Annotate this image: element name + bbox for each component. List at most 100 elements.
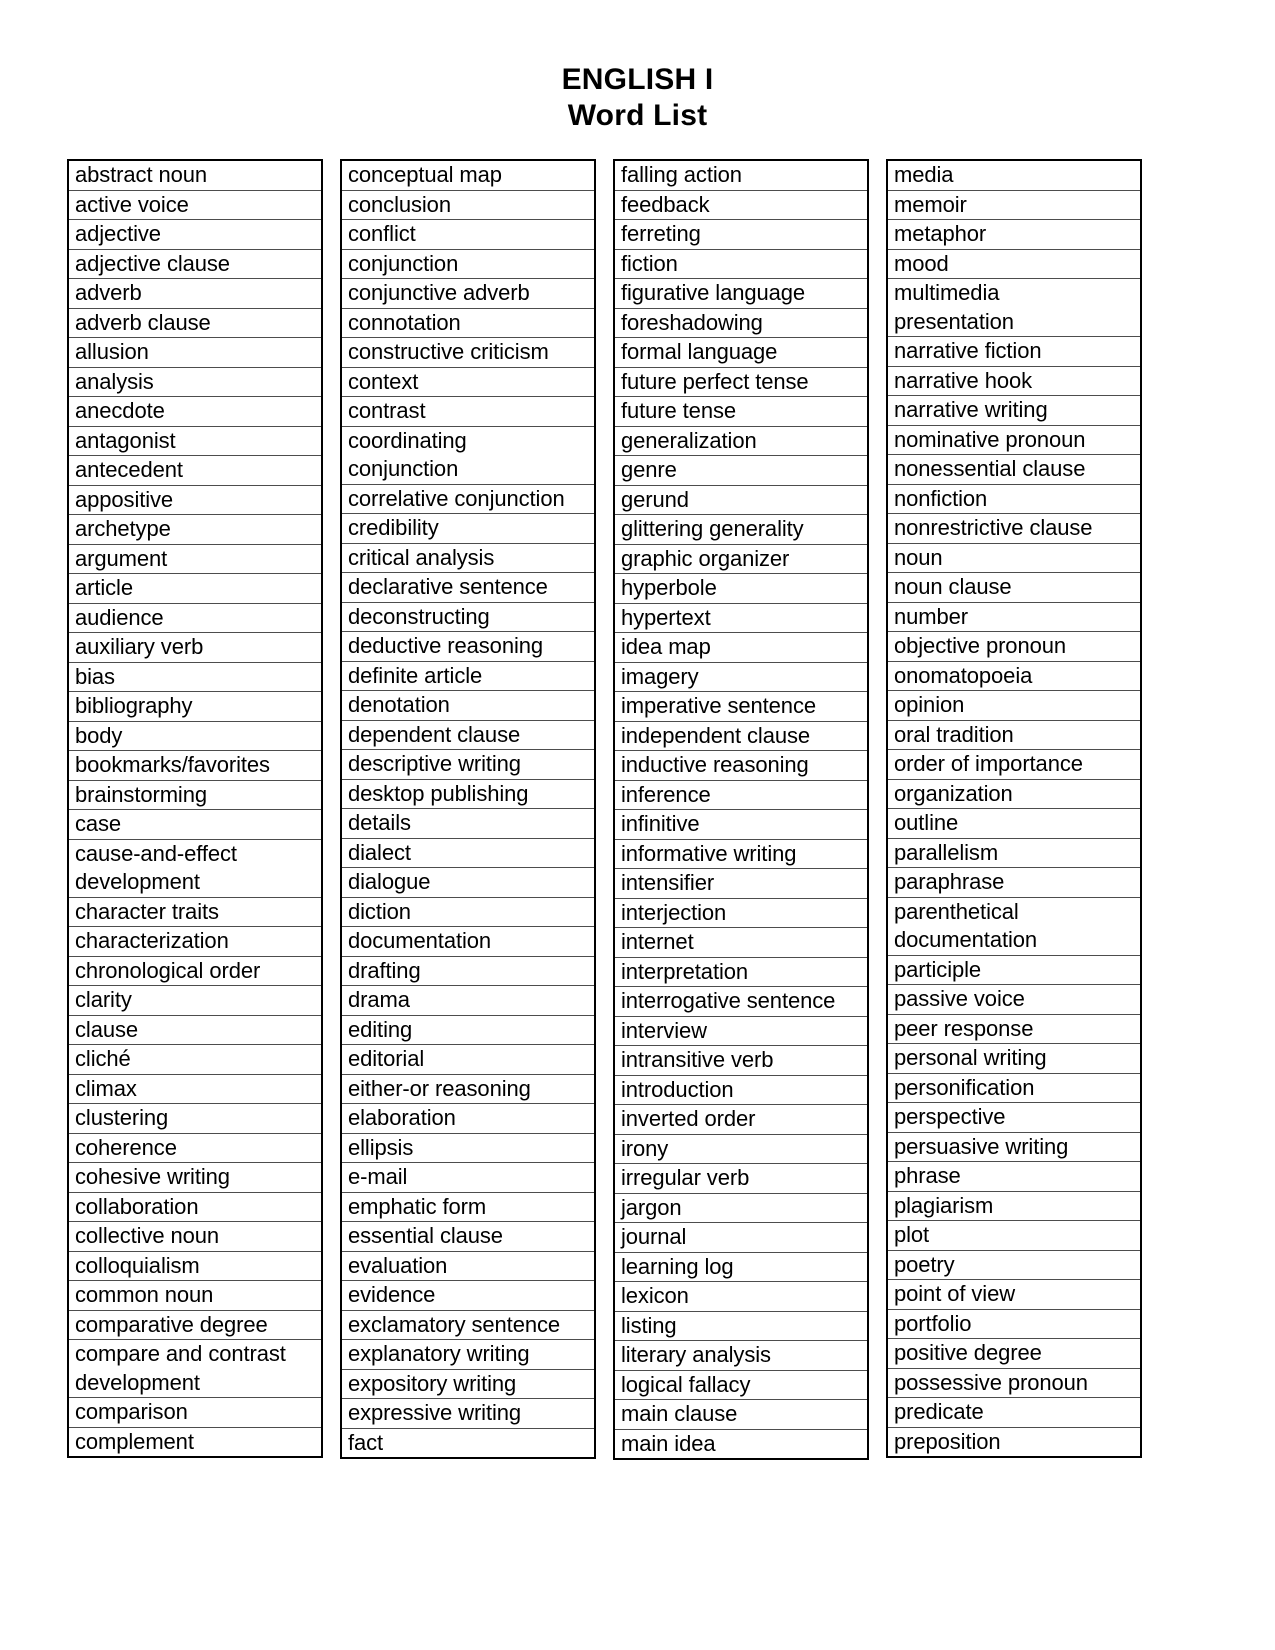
word-cell: fiction: [615, 250, 867, 279]
word-cell: cohesive writing: [69, 1163, 321, 1193]
word-cell: argument: [69, 545, 321, 574]
word-cell: fact: [348, 1429, 384, 1455]
word-cell: persuasive writing: [888, 1133, 1140, 1162]
word-cell: informative writing: [615, 840, 867, 869]
word-cell: formal language: [615, 338, 867, 368]
word-cell: hypertext: [615, 604, 867, 633]
word-cell: nonessential clause: [888, 455, 1140, 485]
word-cell: phrase: [888, 1162, 1140, 1192]
word-cell: listing: [615, 1312, 867, 1341]
word-cell: details: [342, 809, 594, 839]
word-cell: plagiarism: [888, 1192, 1140, 1221]
word-cell: predicate: [888, 1398, 1140, 1428]
word-cell: comparative degree: [69, 1311, 321, 1340]
word-cell: documentation: [342, 927, 594, 957]
page-title-line-1: ENGLISH I: [561, 63, 714, 96]
word-cell: genre: [615, 456, 867, 486]
word-cell: hyperbole: [615, 574, 867, 604]
word-cell: perspective: [888, 1103, 1140, 1133]
word-cell: credibility: [342, 514, 594, 544]
word-cell: logical fallacy: [615, 1371, 867, 1400]
word-cell: parenthetical documentation: [888, 898, 1140, 956]
word-cell: compare and contrast development: [69, 1340, 321, 1398]
word-cell: media: [888, 161, 1140, 191]
word-cell: noun clause: [888, 573, 1140, 603]
word-cell: main idea: [621, 1430, 716, 1456]
word-cell: conjunction: [342, 250, 594, 279]
word-cell: inductive reasoning: [615, 751, 867, 781]
word-cell: oral tradition: [888, 721, 1140, 750]
word-cell: bookmarks/favorites: [69, 751, 321, 781]
word-cell: idea map: [615, 633, 867, 663]
word-cell: adjective: [69, 220, 321, 250]
word-cell: conflict: [342, 220, 594, 250]
word-cell: metaphor: [888, 220, 1140, 250]
word-cell: brainstorming: [69, 781, 321, 810]
word-cell: correlative conjunction: [342, 485, 594, 514]
word-cell: definite article: [342, 662, 594, 691]
word-cell: participle: [888, 956, 1140, 985]
word-cell: narrative fiction: [888, 337, 1140, 367]
word-cell: drama: [342, 986, 594, 1016]
word-cell: adverb: [69, 279, 321, 309]
word-cell: evaluation: [342, 1252, 594, 1281]
word-cell: clarity: [69, 986, 321, 1016]
word-cell: imperative sentence: [615, 692, 867, 722]
word-cell: inference: [615, 781, 867, 810]
word-cell: personal writing: [888, 1044, 1140, 1074]
word-cell: generalization: [615, 427, 867, 456]
word-cell: denotation: [342, 691, 594, 721]
word-cell: case: [69, 810, 321, 840]
word-cell: conceptual map: [342, 161, 594, 191]
word-cell: article: [69, 574, 321, 604]
word-column-2: conceptual map conclusion conflict conjunct…: [340, 159, 596, 1459]
word-cell: noun: [888, 544, 1140, 573]
word-cell: deductive reasoning: [342, 632, 594, 662]
word-cell: climax: [69, 1075, 321, 1104]
word-cell: clause: [69, 1016, 321, 1045]
word-cell: introduction: [615, 1076, 867, 1105]
word-cell: preposition: [894, 1428, 1001, 1454]
word-cell: active voice: [69, 191, 321, 220]
word-list-page: ENGLISH I Word List abstract noun active …: [0, 0, 1275, 1650]
word-cell: drafting: [342, 957, 594, 986]
word-cell: passive voice: [888, 985, 1140, 1015]
word-cell: jargon: [615, 1194, 867, 1223]
word-cell: cliché: [69, 1045, 321, 1075]
word-cell: desktop publishing: [342, 780, 594, 809]
word-cell: personification: [888, 1074, 1140, 1103]
word-cell: narrative hook: [888, 367, 1140, 396]
word-cell: anecdote: [69, 397, 321, 427]
word-cell: imagery: [615, 663, 867, 692]
word-cell: characterization: [69, 927, 321, 957]
word-cell: journal: [615, 1223, 867, 1253]
word-cell: descriptive writing: [342, 750, 594, 780]
word-cell: colloquialism: [69, 1252, 321, 1281]
word-cell: interjection: [615, 899, 867, 928]
word-cell: mood: [888, 250, 1140, 279]
word-cell: memoir: [888, 191, 1140, 220]
word-cell: intransitive verb: [615, 1046, 867, 1076]
word-cell: parallelism: [888, 839, 1140, 868]
word-cell: main clause: [615, 1400, 867, 1430]
word-cell: diction: [342, 898, 594, 927]
word-cell: bias: [69, 663, 321, 692]
word-cell: either-or reasoning: [342, 1075, 594, 1104]
word-cell: internet: [615, 928, 867, 958]
word-cell: coherence: [69, 1134, 321, 1163]
word-cell: exclamatory sentence: [342, 1311, 594, 1340]
word-cell: context: [342, 368, 594, 397]
word-cell: expressive writing: [342, 1399, 594, 1429]
word-cell: character traits: [69, 898, 321, 927]
word-cell: dialect: [342, 839, 594, 868]
word-cell: dialogue: [342, 868, 594, 898]
word-cell: complement: [75, 1428, 194, 1454]
word-cell: allusion: [69, 338, 321, 368]
word-cell: number: [888, 603, 1140, 632]
word-cell: constructive criticism: [342, 338, 594, 368]
word-cell: conjunctive adverb: [342, 279, 594, 309]
word-cell: critical analysis: [342, 544, 594, 573]
word-cell: bibliography: [69, 692, 321, 722]
word-cell: infinitive: [615, 810, 867, 840]
word-cell: lexicon: [615, 1282, 867, 1312]
